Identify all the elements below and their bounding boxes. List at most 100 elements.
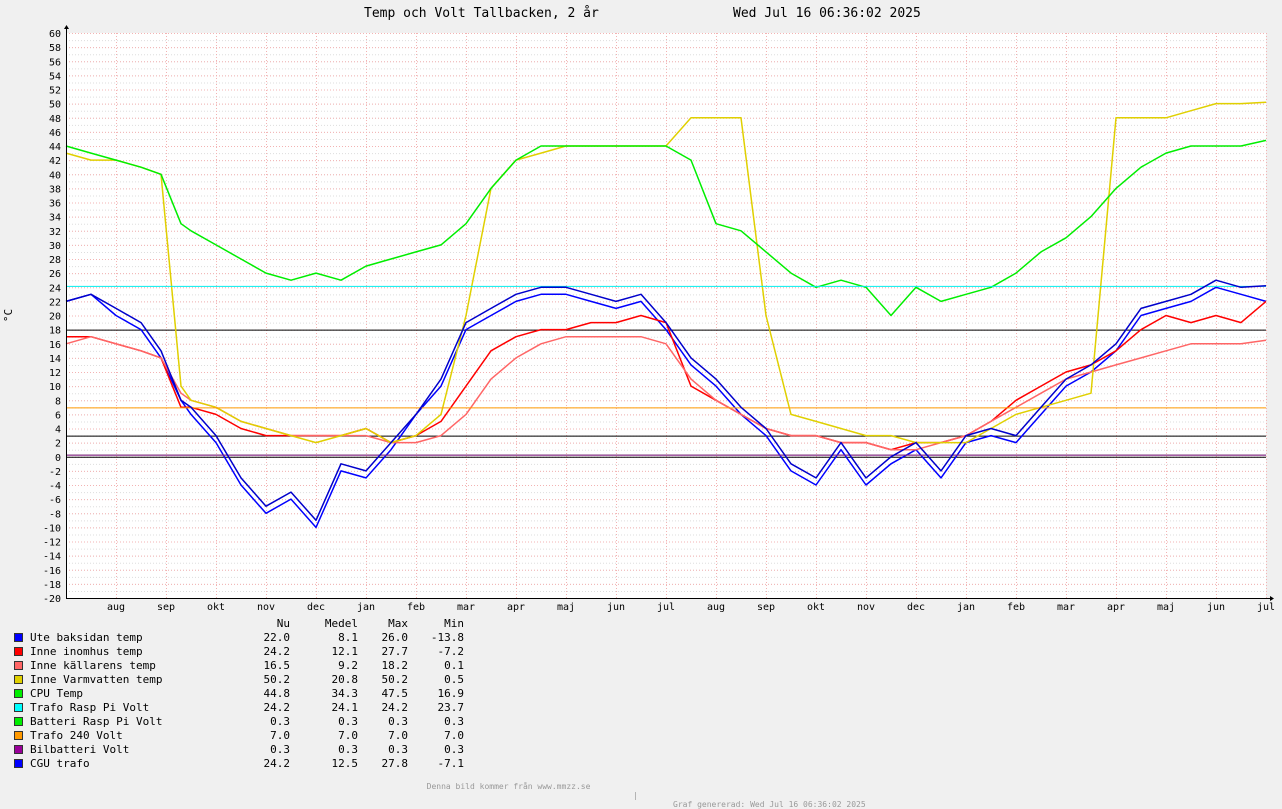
legend-swatch [14,675,23,684]
legend-value-medel: 20.8 [331,673,359,686]
y-tick-label: 10 [49,382,61,393]
y-tick-label: 48 [49,114,61,125]
legend-series-name: Trafo 240 Volt [30,729,123,742]
legend-value-max: 24.2 [381,701,409,714]
y-tick-label: 38 [49,184,61,195]
y-tick-label: 56 [49,57,61,68]
legend-value-max: 0.3 [388,715,408,728]
x-tick-label: okt [207,602,225,613]
x-tick-label: jan [357,602,375,613]
y-tick-label: 24 [49,283,61,294]
y-tick-label: 16 [49,340,61,351]
y-tick-label: 12 [49,368,61,379]
legend-series-name: Ute baksidan temp [30,631,143,644]
y-tick-label: -6 [49,495,61,506]
legend-value-nu: 22.0 [263,631,291,644]
x-tick-label: jul [657,602,675,613]
y-tick-label: 34 [49,213,61,224]
legend-header-medel: Medel [324,617,358,630]
y-tick-label: 8 [55,396,61,407]
legend-series-name: CGU trafo [30,757,90,770]
legend-value-min: -7.1 [437,757,465,770]
x-tick-label: aug [107,602,125,613]
y-axis-label: °C [2,309,15,322]
y-tick-label: -8 [49,509,61,520]
y-tick-label: -14 [43,552,61,563]
y-tick-label: 26 [49,269,61,280]
legend-value-min: 7.0 [444,729,464,742]
y-tick-label: 0 [55,453,61,464]
legend-swatch [14,731,23,740]
legend-value-nu: 44.8 [263,687,291,700]
legend-value-nu: 24.2 [263,701,291,714]
y-tick-label: 18 [49,326,61,337]
y-tick-label: 28 [49,255,61,266]
y-tick-label: 40 [49,170,61,181]
x-tick-label: maj [1157,602,1175,613]
y-tick-label: -12 [43,538,61,549]
y-tick-label: 30 [49,241,61,252]
legend-value-medel: 7.0 [338,729,358,742]
x-tick-label: apr [1107,602,1125,613]
legend-value-nu: 24.2 [263,645,291,658]
legend-value-nu: 16.5 [263,659,291,672]
footer-source: Denna bild kommer från www.mmzz.se [426,782,591,791]
x-tick-label: nov [857,602,875,613]
legend-value-min: 0.3 [444,743,464,756]
x-tick-label: mar [1057,602,1075,613]
legend-swatch [14,745,23,754]
legend-value-medel: 8.1 [338,631,358,644]
legend-series-name: Bilbatteri Volt [30,743,130,756]
y-tick-label: 58 [49,43,61,54]
legend-value-min: -13.8 [430,631,464,644]
y-tick-label: 32 [49,227,61,238]
legend-series-name: Inne inomhus temp [30,645,143,658]
x-tick-label: mar [457,602,475,613]
legend-swatch [14,689,23,698]
legend-series-name: Inne källarens temp [30,659,156,672]
chart: -20-18-16-14-12-10-8-6-4-202468101214161… [2,25,1275,613]
x-tick-label: jan [957,602,975,613]
legend-value-min: 0.1 [444,659,464,672]
y-tick-label: 50 [49,100,61,111]
legend-swatch [14,661,23,670]
footer-separator: | [633,791,638,800]
legend-value-medel: 0.3 [338,715,358,728]
legend-value-nu: 0.3 [270,715,290,728]
y-tick-label: 22 [49,297,61,308]
legend-value-min: 0.5 [444,673,464,686]
y-tick-label: 36 [49,199,61,210]
x-axis-arrow [1270,596,1274,601]
x-tick-label: nov [257,602,275,613]
legend-value-nu: 50.2 [263,673,291,686]
footer-generated: Graf genererad: Wed Jul 16 06:36:02 2025 [673,800,866,809]
legend-swatch [14,633,23,642]
y-tick-label: -4 [49,481,61,492]
legend-value-max: 26.0 [381,631,409,644]
legend-value-max: 7.0 [388,729,408,742]
y-tick-label: 14 [49,354,61,365]
legend-value-min: -7.2 [437,645,465,658]
legend-value-medel: 12.1 [331,645,359,658]
legend-value-max: 50.2 [381,673,409,686]
legend-series-name: Trafo Rasp Pi Volt [30,701,150,714]
legend-value-min: 16.9 [437,687,465,700]
y-tick-label: 46 [49,128,61,139]
legend-value-medel: 12.5 [331,757,359,770]
legend-series-name: Batteri Rasp Pi Volt [30,715,163,728]
legend-header-max: Max [388,617,408,630]
legend-value-min: 0.3 [444,715,464,728]
y-tick-label: 44 [49,142,61,153]
legend-value-max: 27.7 [381,645,409,658]
y-tick-label: -16 [43,566,61,577]
x-tick-label: maj [557,602,575,613]
legend-value-medel: 9.2 [338,659,358,672]
y-tick-label: 60 [49,29,61,40]
legend-series-name: CPU Temp [30,687,83,700]
y-tick-label: 54 [49,71,61,82]
y-tick-label: 52 [49,86,61,97]
legend-value-min: 23.7 [437,701,465,714]
footer: Denna bild kommer från www.mmzz.se | Gra… [417,773,866,809]
legend-value-medel: 34.3 [331,687,359,700]
y-axis-arrow [64,25,69,29]
